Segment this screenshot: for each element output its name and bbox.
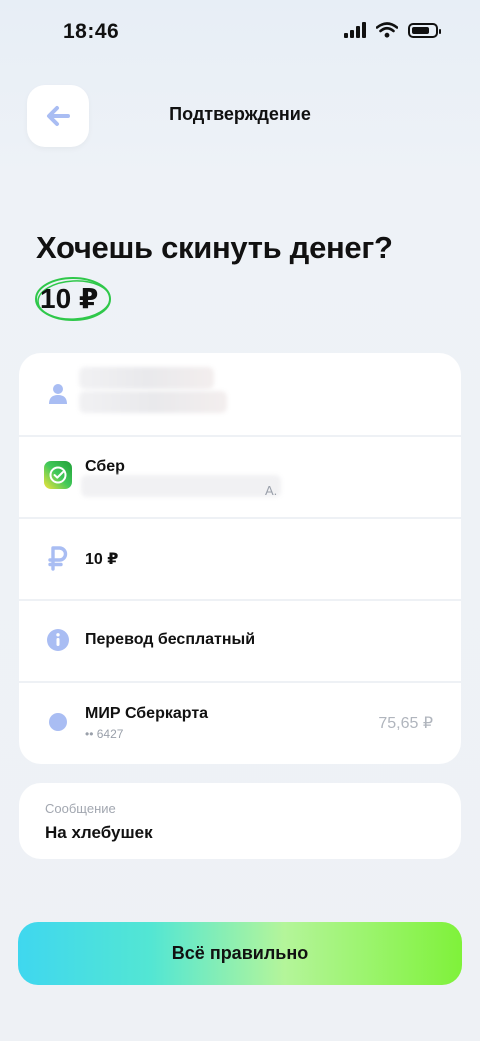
amount-highlight: 10 ₽	[35, 276, 116, 324]
status-icons	[344, 22, 441, 38]
recipient-name-redacted	[79, 367, 214, 389]
status-time: 18:46	[63, 20, 120, 43]
sber-logo-icon	[44, 461, 72, 489]
recipient-phone-redacted	[79, 391, 227, 413]
bank-account-suffix: А.	[265, 483, 278, 498]
amount-text: 10 ₽	[85, 551, 119, 568]
info-icon	[45, 627, 71, 653]
transfer-details-card: Сбер А. 10 ₽ Перевод бесплатный МИР Сбер…	[19, 353, 461, 764]
fee-text: Перевод бесплатный	[85, 631, 256, 648]
transfer-question: Хочешь скинуть денег?	[36, 230, 393, 265]
card-name: МИР Сберкарта	[85, 705, 209, 722]
battery-icon	[408, 22, 441, 38]
status-bar: 18:46	[0, 0, 480, 64]
recipient-row[interactable]	[19, 353, 461, 437]
amount-row: 10 ₽	[19, 517, 461, 601]
ruble-icon	[45, 545, 71, 571]
user-icon	[45, 381, 71, 407]
wifi-icon	[376, 22, 398, 38]
page-title: Подтверждение	[169, 104, 311, 124]
card-balance: 75,65 ₽	[378, 715, 433, 732]
message-value: На хлебушек	[45, 823, 153, 842]
message-field[interactable]: Сообщение На хлебушек	[19, 783, 461, 859]
card-number: •• 6427	[85, 727, 124, 741]
source-card-row[interactable]: МИР Сберкарта •• 6427 75,65 ₽	[19, 681, 461, 763]
message-label: Сообщение	[45, 801, 116, 816]
confirm-button[interactable]: Всё правильно	[18, 922, 462, 985]
card-dot-icon	[45, 709, 71, 735]
fee-row: Перевод бесплатный	[19, 599, 461, 683]
signal-icon	[344, 22, 366, 38]
bank-name: Сбер	[85, 458, 125, 475]
bank-row[interactable]: Сбер А.	[19, 435, 461, 519]
amount-value: 10 ₽	[40, 283, 99, 314]
bank-account-redacted	[81, 475, 281, 497]
